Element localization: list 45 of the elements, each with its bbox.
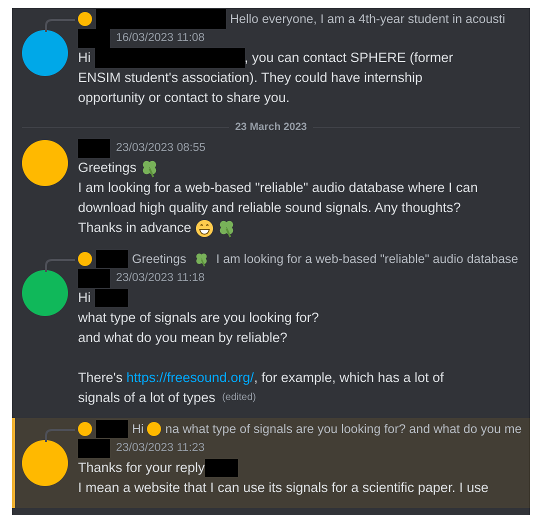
message-text: I am looking for a web-based "reliable" audio database where I can — [78, 179, 478, 197]
date-divider: 23 March 2023 — [235, 121, 307, 133]
reply-connector-line — [45, 429, 75, 442]
message-text: Greetings — [78, 159, 138, 177]
grinning-face-icon — [195, 218, 214, 238]
avatar[interactable] — [22, 440, 68, 486]
link[interactable]: https://freesound.org/ — [126, 368, 254, 388]
message-text: what type of signals are you looking for? — [78, 309, 319, 327]
clover-icon — [194, 252, 209, 266]
message-text: There's — [78, 369, 124, 387]
redaction-block — [78, 138, 110, 158]
redaction-block — [94, 289, 128, 307]
message-text: signals of a lot of types — [78, 389, 216, 407]
message-text: Thanks in advance — [78, 219, 192, 237]
message-text: opportunity or contact to share you. — [78, 89, 290, 107]
reply-preview-text[interactable]: Hello everyone, I am a 4th-year student in acousti — [230, 12, 506, 26]
redaction-block — [204, 459, 238, 477]
reply-preview-text[interactable]: Greetings — [132, 252, 190, 266]
timestamp: 23/03/2023 11:23 — [116, 442, 205, 454]
reply-connector-line — [45, 259, 75, 272]
redaction-block — [78, 438, 110, 458]
redaction-block — [78, 268, 110, 288]
message-text: , you can contact SPHERE (former — [244, 49, 454, 67]
redaction-block — [96, 250, 128, 268]
avatar[interactable] — [22, 30, 68, 76]
avatar[interactable] — [22, 140, 68, 186]
reply-preview-text[interactable]: I am looking for a web-based "reliable" audio database — [212, 252, 518, 266]
message-text: download high quality and reliable sound signals. Any thoughts? — [78, 199, 461, 217]
message-text: ENSIM student's association). They could have internship — [78, 69, 423, 87]
timestamp: 23/03/2023 08:55 — [116, 142, 206, 154]
timestamp: 16/03/2023 11:08 — [116, 32, 205, 44]
message-text: Hi — [78, 289, 92, 307]
message-text: , for example, which has a lot of — [254, 369, 444, 387]
reply-preview-text[interactable]: Hi — [132, 422, 148, 436]
redaction-block — [96, 420, 128, 438]
message-text: Hi — [78, 49, 92, 67]
timestamp: 23/03/2023 11:18 — [116, 272, 205, 284]
reply-preview-text[interactable]: na what type of signals are you looking for? and what do you me — [165, 422, 522, 436]
message-text: and what do you mean by reliable? — [78, 329, 288, 347]
avatar[interactable] — [22, 270, 68, 316]
reply-connector-line — [45, 19, 75, 32]
message-text: Thanks for your reply — [78, 459, 205, 477]
message-text: I mean a website that I can use its signals for a scientific paper. I use — [78, 479, 488, 497]
dot-icon — [147, 422, 162, 436]
edited-label: (edited) — [222, 391, 256, 405]
